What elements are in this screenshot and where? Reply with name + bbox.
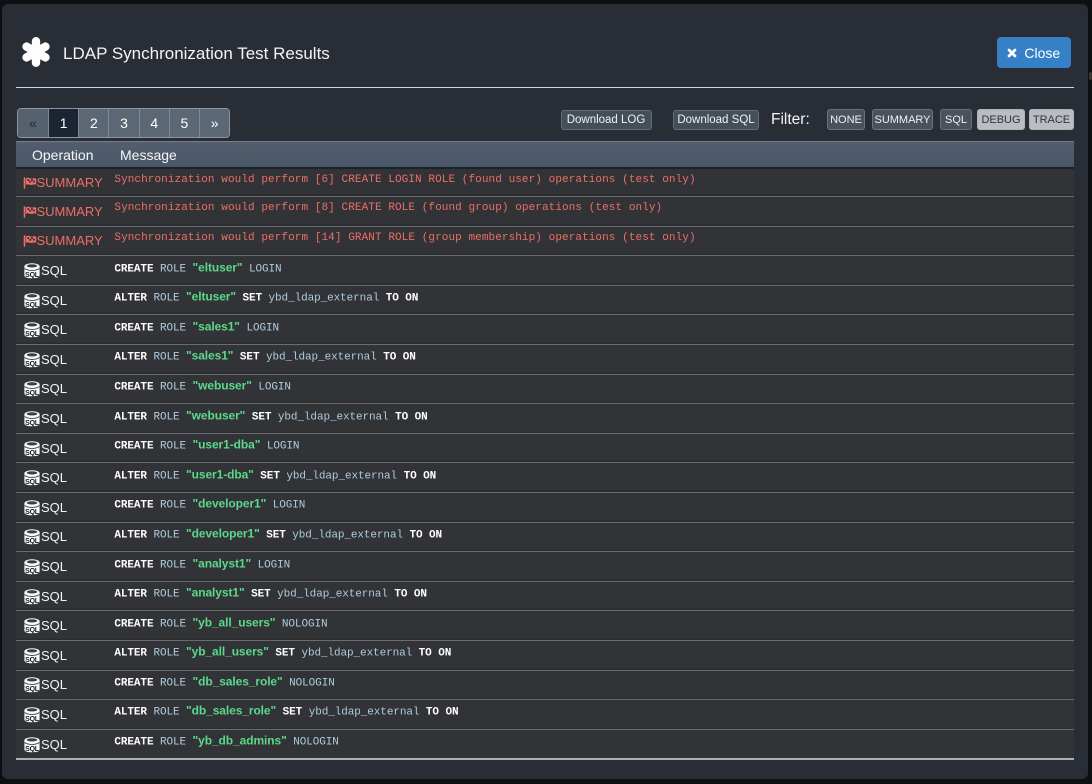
svg-text:SQL: SQL xyxy=(25,686,40,693)
svg-text:SQL: SQL xyxy=(25,716,40,723)
svg-text:SQL: SQL xyxy=(25,657,40,664)
svg-text:SQL: SQL xyxy=(25,745,40,752)
svg-text:SQL: SQL xyxy=(25,568,40,575)
svg-text:SQL: SQL xyxy=(25,509,40,516)
svg-text:SQL: SQL xyxy=(25,272,40,279)
svg-text:SQL: SQL xyxy=(25,361,40,368)
svg-text:SQL: SQL xyxy=(25,627,40,634)
svg-text:SQL: SQL xyxy=(25,538,40,545)
svg-text:SQL: SQL xyxy=(25,420,40,427)
svg-text:SQL: SQL xyxy=(25,390,40,397)
svg-text:SQL: SQL xyxy=(25,301,40,308)
svg-text:SQL: SQL xyxy=(25,449,40,456)
svg-text:SQL: SQL xyxy=(25,597,40,604)
svg-text:SQL: SQL xyxy=(25,331,40,338)
svg-text:SQL: SQL xyxy=(25,479,40,486)
